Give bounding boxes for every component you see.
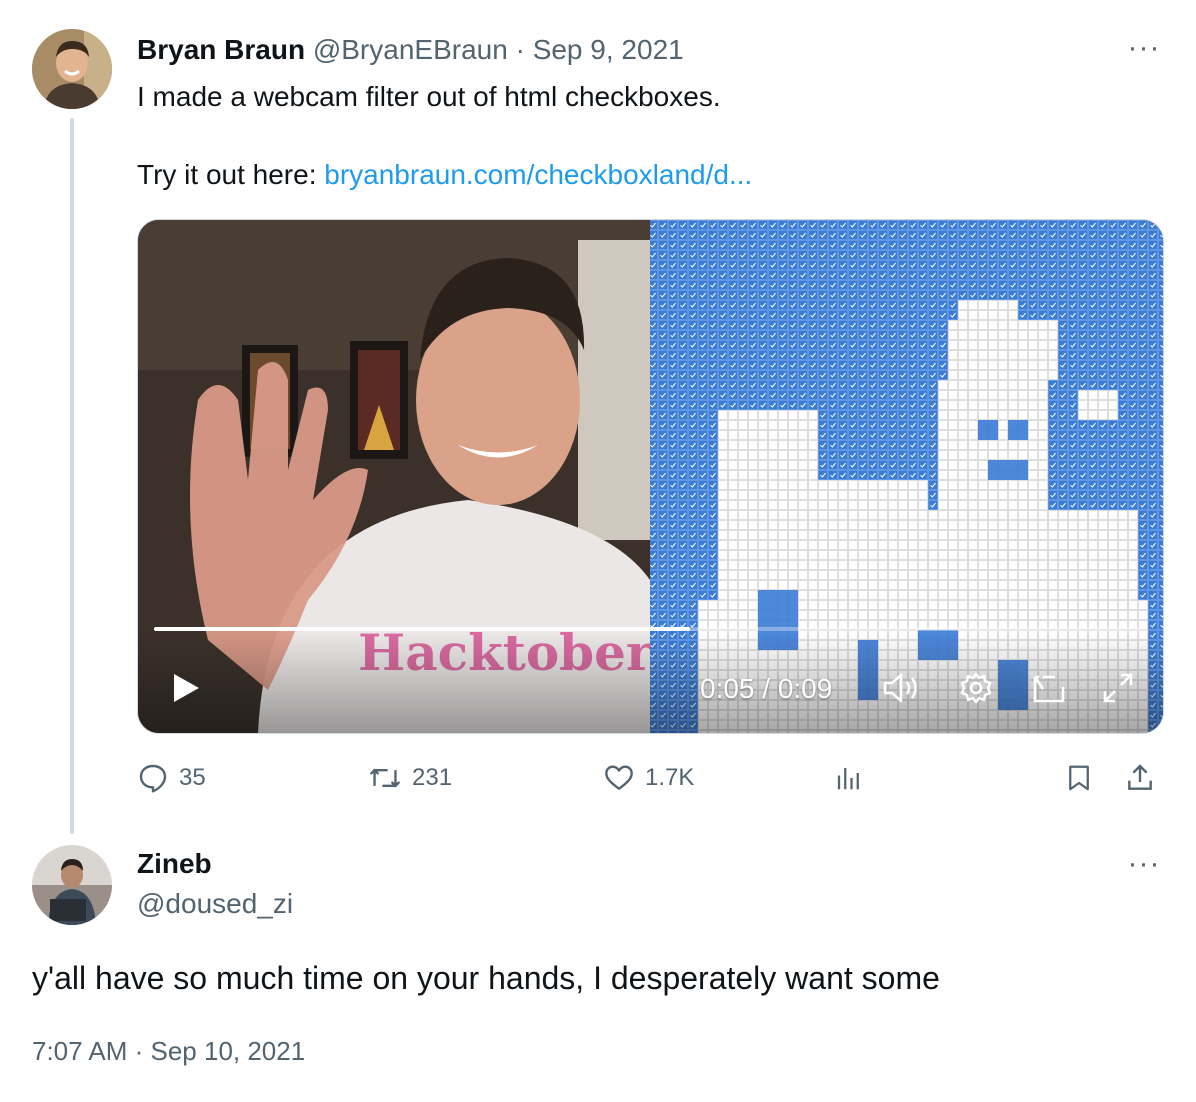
tweet-text-prefix: Try it out here:	[137, 159, 325, 190]
thread-connector-line	[70, 118, 74, 834]
reply-author-handle[interactable]: @doused_zi	[137, 886, 293, 922]
video-progress-fill	[154, 627, 691, 631]
author-avatar[interactable]	[32, 29, 112, 109]
play-button[interactable]	[166, 668, 206, 708]
volume-icon	[883, 673, 917, 703]
reply-count: 35	[179, 764, 206, 791]
avatar-photo	[32, 845, 112, 925]
play-icon	[174, 674, 199, 702]
reply-text: y'all have so much time on your hands, I…	[32, 960, 940, 996]
reply-button[interactable]: 35	[137, 758, 206, 798]
reply-icon	[139, 764, 167, 793]
video-progress-bar[interactable]	[154, 627, 1147, 631]
reply-author-avatar[interactable]	[32, 845, 112, 925]
like-count: 1.7K	[645, 764, 695, 791]
bookmark-button[interactable]	[1064, 758, 1094, 798]
reply-timestamp[interactable]: 7:07 AM · Sep 10, 2021	[32, 1034, 305, 1068]
bookmark-icon	[1069, 765, 1089, 791]
author-handle[interactable]: @BryanEBraun	[313, 34, 508, 65]
pip-icon	[1033, 675, 1065, 703]
tweet-link[interactable]: bryanbraun.com/checkboxland/d...	[324, 159, 752, 190]
author-name[interactable]: Bryan Braun	[137, 34, 305, 65]
repost-icon	[369, 768, 401, 788]
tweet-date[interactable]: Sep 9, 2021	[533, 34, 684, 65]
video-timecode: 0:05 / 0:09	[700, 673, 833, 704]
tweet-text-line-1: I made a webcam filter out of html check…	[137, 81, 721, 112]
views-icon	[837, 768, 859, 790]
share-button[interactable]	[1124, 758, 1156, 798]
more-options-button[interactable]: ···	[1124, 32, 1164, 64]
like-icon	[605, 765, 633, 790]
video-player[interactable]: Hacktober	[137, 219, 1164, 734]
settings-icon	[960, 672, 992, 704]
fullscreen-button[interactable]	[1098, 668, 1138, 708]
fullscreen-icon	[1103, 673, 1133, 703]
tweet-text-line-2: Try it out here: bryanbraun.com/checkbox…	[137, 157, 752, 193]
more-icon: ···	[1127, 847, 1161, 880]
tweet-header: Bryan Braun @BryanEBraun · Sep 9, 2021	[137, 31, 684, 69]
repost-count: 231	[412, 764, 453, 791]
volume-button[interactable]	[880, 668, 924, 708]
share-icon	[1128, 764, 1152, 790]
reply-author-name[interactable]: Zineb	[137, 846, 212, 882]
video-settings-button[interactable]	[956, 668, 996, 708]
header-separator: ·	[515, 34, 525, 65]
reply-more-options-button[interactable]: ···	[1124, 848, 1164, 880]
avatar-photo	[32, 29, 112, 109]
repost-button[interactable]: 231	[368, 758, 452, 798]
picture-in-picture-button[interactable]	[1028, 668, 1070, 708]
views-button[interactable]	[834, 758, 864, 798]
video-controls-overlay	[138, 633, 1163, 733]
like-button[interactable]: 1.7K	[603, 758, 694, 798]
more-icon: ···	[1127, 31, 1161, 64]
